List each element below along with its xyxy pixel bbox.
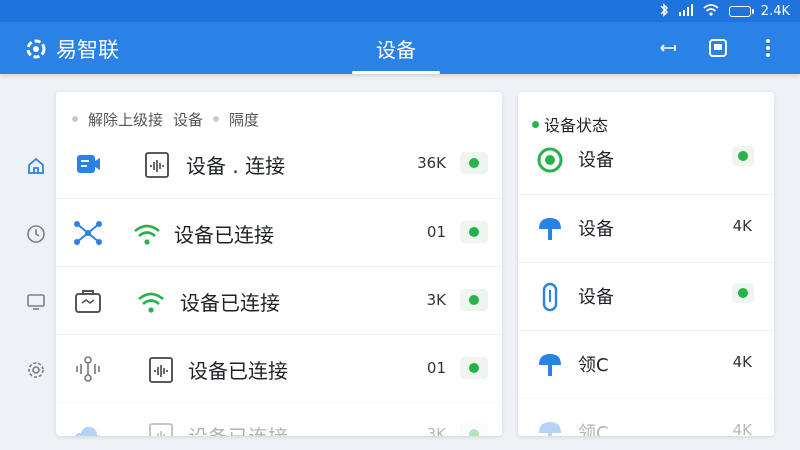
status-item[interactable]: 领C 4K [518,330,774,398]
status-item[interactable]: 设备 4K [518,194,774,262]
device-label: 设备 . 连接 [186,154,286,178]
online-dot-icon [469,295,479,305]
filter-extent[interactable]: 隔度 [229,109,259,130]
filter-upper-link[interactable]: 解除上级接 [88,109,163,130]
device-count: 36K [417,154,446,172]
device-row[interactable]: 设备已连接 3K [56,266,502,334]
status-item[interactable]: 设备 [518,262,774,330]
status-item-label: 领C [578,355,609,376]
nav-monitor[interactable] [14,280,58,324]
online-dot-icon [469,227,479,237]
capsule-icon [534,281,566,313]
online-dot-icon [469,363,479,373]
transfer-button[interactable] [654,34,682,62]
status-item[interactable]: 设备 [518,126,774,194]
status-bar: 2.4K [0,0,800,22]
wifi-icon [703,3,719,19]
camera-icon [70,146,106,182]
more-vert-icon [766,39,770,57]
power-ring-icon [534,144,566,176]
status-item-label: 设备 [578,219,614,240]
device-list-card: 解除上级接 设备 隔度 设备 . 连接 36K 设备已连接 01 设备已连接 3… [56,92,502,436]
nav-history[interactable] [14,212,58,256]
app-bar: 易智联 设备 [0,22,800,74]
device-row[interactable]: 设备已连接 01 [56,198,502,266]
filter-device[interactable]: 设备 [173,109,203,130]
signal-icon [678,3,693,19]
wifi-icon [136,287,166,317]
wifi-icon [132,219,162,249]
device-label: 设备已连接 [174,223,274,247]
status-item-label: 领C [578,423,609,436]
nav-home[interactable] [14,144,58,188]
device-row[interactable]: 设备 . 连接 36K [56,130,502,198]
network-icon [70,215,106,251]
screen-button[interactable] [704,34,732,62]
tab-devices[interactable]: 设备 [352,30,440,74]
filter-row: 解除上级接 设备 隔度 [56,106,502,132]
bluetooth-icon [659,2,669,20]
online-indicator [732,283,754,303]
side-nav [14,140,58,400]
clock-icon [27,225,45,243]
device-row[interactable]: 设备已连接 3K [56,402,502,436]
filter-dot-icon [213,116,220,122]
device-label: 设备已连接 [188,421,288,436]
status-toggle[interactable] [460,221,488,243]
device-label: 设备已连接 [188,359,288,383]
status-toggle[interactable] [460,152,488,174]
battery-icon [728,5,754,17]
more-button[interactable] [754,34,782,62]
briefcase-icon [70,283,106,319]
screen-icon [709,39,727,57]
status-item[interactable]: 领C 4K [518,398,774,436]
filter-dot-icon [72,116,78,122]
sensor-icon [70,351,106,387]
status-item-label: 设备 [578,150,614,171]
monitor-icon [27,294,45,310]
mushroom-icon [534,213,566,245]
online-indicator [732,146,754,166]
gear-icon [28,362,44,378]
device-row[interactable]: 设备已连接 01 [56,334,502,402]
status-item-count: 4K [732,217,752,235]
status-item-count: 4K [732,421,752,436]
status-toggle[interactable] [460,289,488,311]
nav-settings[interactable] [14,348,58,392]
mushroom-icon [534,417,566,436]
voice-box-icon [146,421,176,436]
transfer-icon [660,44,676,52]
online-dot-icon [738,151,748,161]
online-dot-icon [469,158,479,168]
device-count: 3K [426,425,446,436]
online-dot-icon [738,288,748,298]
mushroom-icon [534,349,566,381]
voice-box-icon [146,355,176,385]
device-count: 01 [426,223,446,241]
voice-box-icon [142,150,172,180]
brand-logo-icon [26,39,46,59]
status-toggle[interactable] [460,357,488,379]
device-count: 01 [426,359,446,377]
cloud-icon [70,417,106,436]
brand: 易智联 [24,34,119,64]
device-status-card: 设备状态 设备 设备 4K 设备 领C 4K 领C 4K [518,92,774,436]
status-toggle[interactable] [460,423,488,436]
device-count: 3K [426,291,446,309]
battery-label: 2.4K [760,3,790,19]
status-item-count: 4K [732,353,752,371]
home-icon [28,157,44,174]
status-item-label: 设备 [578,287,614,308]
device-label: 设备已连接 [180,291,280,315]
app-name: 易智联 [56,38,119,62]
online-dot-icon [469,429,479,436]
